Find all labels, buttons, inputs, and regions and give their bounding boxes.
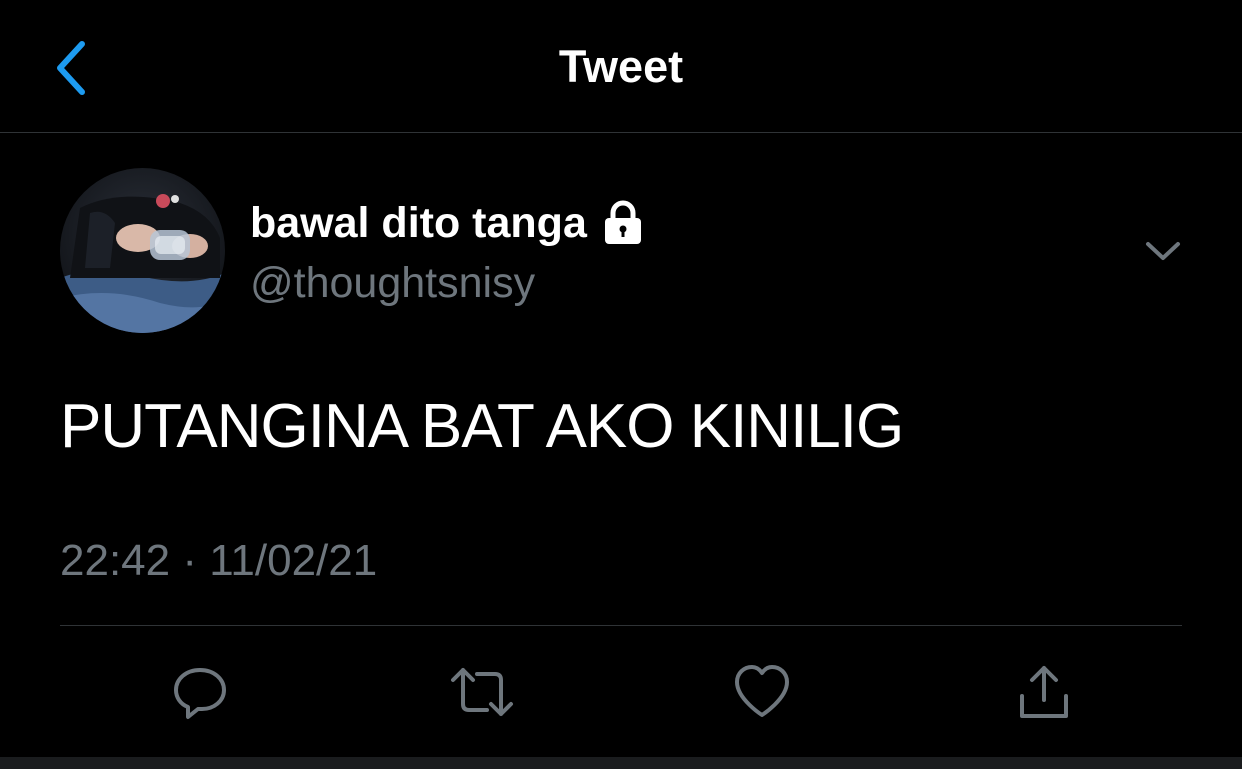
share-button[interactable] — [1007, 655, 1081, 729]
lock-icon — [601, 199, 645, 247]
avatar-image — [60, 168, 225, 333]
author-handle[interactable]: @thoughtsnisy — [250, 256, 535, 310]
like-button[interactable] — [725, 655, 799, 729]
heart-icon — [735, 665, 789, 717]
more-options-button[interactable] — [1140, 232, 1186, 272]
divider — [60, 625, 1182, 626]
avatar[interactable] — [60, 168, 225, 333]
chevron-down-icon — [1146, 242, 1180, 260]
tweet-actions — [0, 655, 1242, 729]
author-name-row[interactable]: bawal dito tanga — [250, 196, 645, 250]
retweet-button[interactable] — [445, 655, 519, 729]
tweet-text: PUTANGINA BAT AKO KINILIG — [60, 392, 904, 461]
display-name: bawal dito tanga — [250, 199, 587, 247]
tweet-timestamp: 22:42 · 11/02/21 — [60, 536, 378, 585]
bottom-bar — [0, 757, 1242, 769]
retweet-icon — [451, 668, 513, 716]
share-icon — [1020, 666, 1068, 718]
top-bar: Tweet — [0, 0, 1242, 133]
reply-icon — [174, 668, 226, 719]
reply-button[interactable] — [163, 655, 237, 729]
page-title: Tweet — [558, 41, 684, 92]
